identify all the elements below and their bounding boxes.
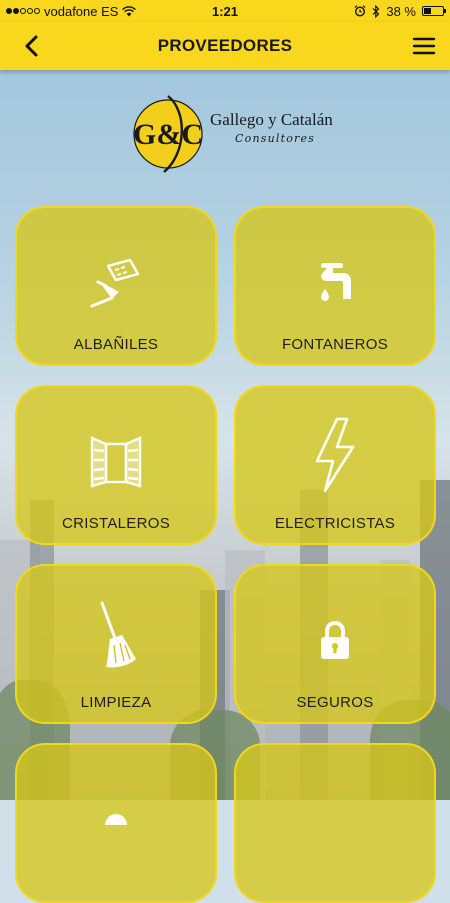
category-label: ALBAÑILES — [73, 336, 159, 353]
unknown-icon — [105, 814, 127, 825]
category-tile-partial[interactable] — [15, 743, 217, 903]
company-logo: G&C Gallego y Catalán Consultores — [0, 88, 450, 178]
category-tile-partial[interactable] — [234, 743, 436, 903]
page-title: PROVEEDORES — [157, 36, 293, 55]
bluetooth-icon — [372, 4, 380, 18]
category-label: CRISTALEROS — [61, 515, 171, 532]
trowel-brick-icon — [90, 258, 140, 308]
nav-bar: PROVEEDORES — [0, 22, 450, 70]
lightning-bolt-icon — [315, 417, 355, 493]
gc-monogram-logo: G&C — [133, 95, 203, 173]
hamburger-menu-icon — [412, 37, 436, 55]
category-electricistas[interactable]: ELECTRICISTAS — [234, 385, 436, 545]
logo-company-subtitle: Consultores — [235, 132, 316, 145]
broom-icon — [100, 601, 136, 668]
category-limpieza[interactable]: LIMPIEZA — [15, 564, 217, 724]
category-cristaleros[interactable]: CRISTALEROS — [15, 385, 217, 545]
category-label: FONTANEROS — [281, 336, 389, 353]
unknown-icon — [236, 789, 434, 849]
battery-percent: 38 % — [386, 3, 416, 19]
category-albaniles[interactable]: ALBAÑILES — [15, 206, 217, 366]
category-label: SEGUROS — [296, 694, 374, 711]
logo-company-name: Gallego y Catalán — [210, 110, 333, 129]
menu-button[interactable] — [412, 35, 436, 57]
category-label: LIMPIEZA — [80, 694, 152, 711]
status-bar: vodafone ES 1:21 38 % — [0, 0, 450, 22]
category-fontaneros[interactable]: FONTANEROS — [234, 206, 436, 366]
faucet-icon — [321, 263, 351, 301]
logo-monogram: G&C — [133, 118, 203, 151]
alarm-icon — [354, 5, 366, 17]
category-label: ELECTRICISTAS — [274, 515, 396, 532]
category-seguros[interactable]: SEGUROS — [234, 564, 436, 724]
window-icon — [90, 436, 142, 488]
battery-icon — [422, 6, 446, 16]
padlock-icon — [321, 621, 349, 659]
